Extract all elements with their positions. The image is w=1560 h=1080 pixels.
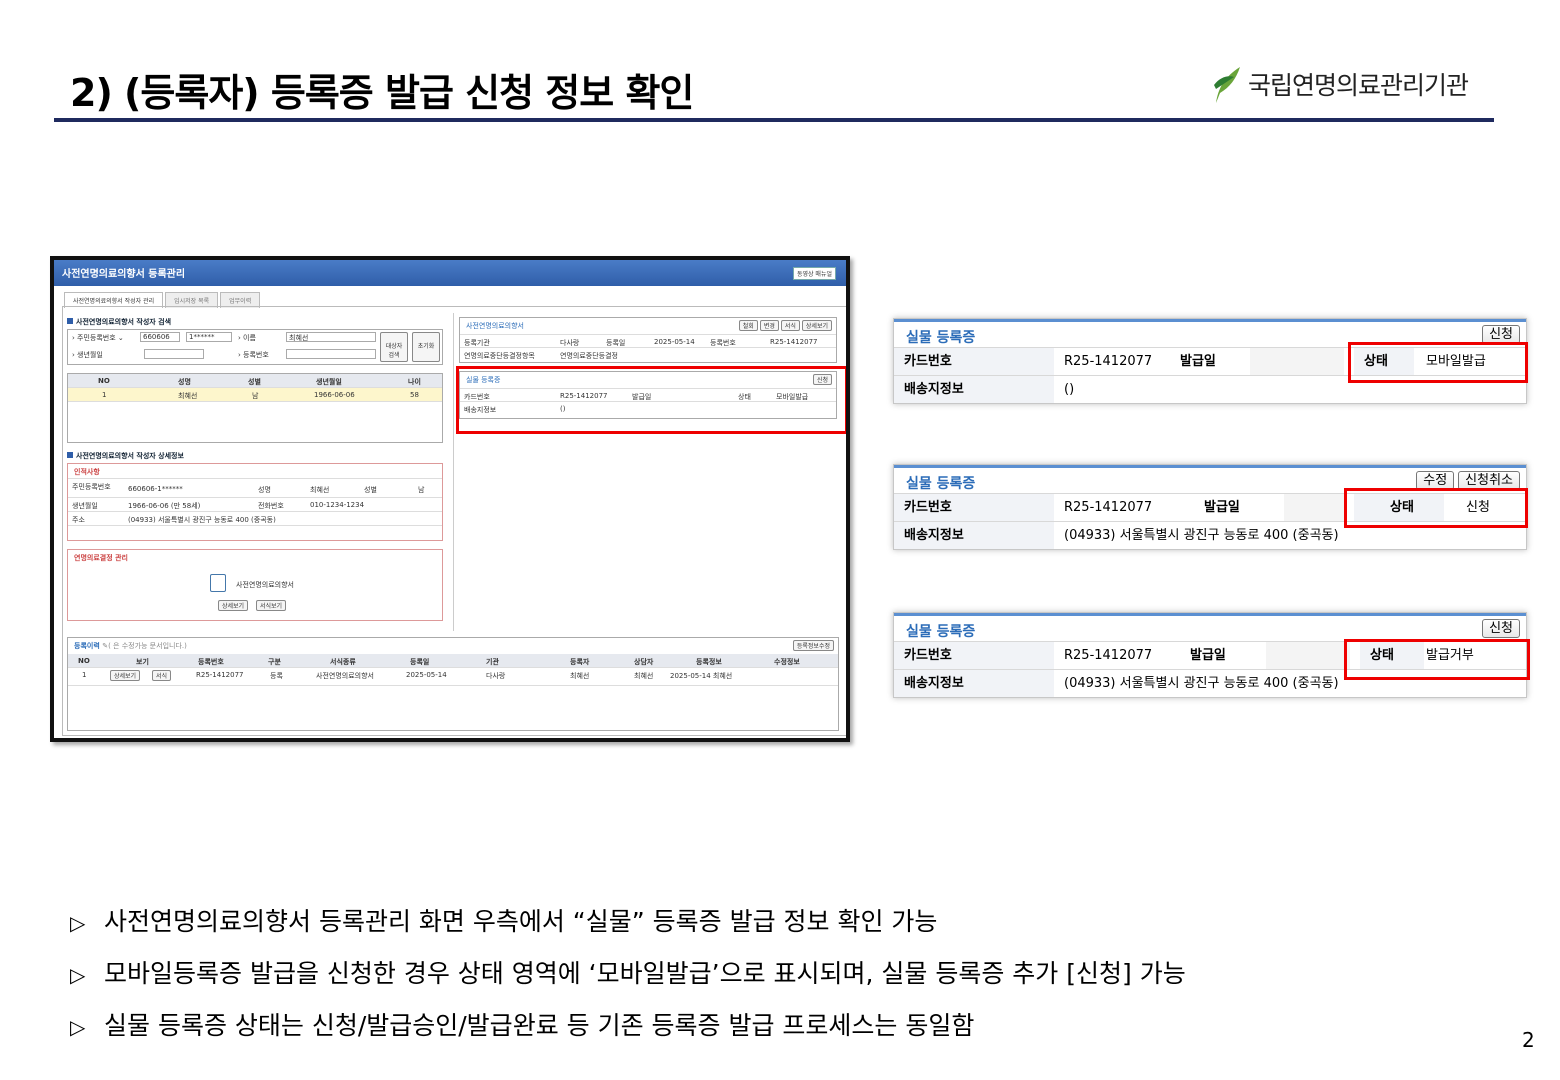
card-number: R25-1412077 (1064, 354, 1153, 369)
panel-title: 실물 등록증 (906, 624, 976, 640)
rrn1-input[interactable]: 660606 (140, 332, 180, 342)
screen-header: 사전연명의료의향서 등록관리 동영상 매뉴얼 (54, 260, 846, 286)
triangle-icon: ▷ (70, 963, 86, 987)
panel-title: 실물 등록증 (906, 330, 976, 346)
detail-section-title: 사전연명의료의향서 작성자 상세정보 (67, 451, 184, 461)
panel-title: 실물 등록증 (906, 476, 976, 492)
history-form-button[interactable]: 서식 (152, 670, 172, 681)
leaf-logo-icon (1212, 63, 1244, 105)
table-row[interactable]: 1 최혜선 남 1966-06-06 58 (68, 388, 442, 402)
regno-label: 등록번호 (243, 351, 269, 359)
page-number: 2 (1522, 1028, 1535, 1052)
card-number: R25-1412077 (1064, 648, 1153, 663)
registration-screen-screenshot: 사전연명의료의향서 등록관리 동영상 매뉴얼 사전연명의료의향서 작성자 관리 … (50, 256, 850, 742)
search-form: › 주민등록번호 ⌄ 660606 1****** › 이름 최혜선 › 생년월… (67, 329, 443, 365)
bullet-list: ▷ 사전연명의료의향서 등록관리 화면 우측에서 “실물” 등록증 발급 정보 확… (70, 896, 1186, 1052)
table-header: NO 성명 성별 생년월일 나이 (68, 374, 442, 388)
name-label: 이름 (243, 334, 256, 342)
logo: 국립연명의료관리기관 (1212, 62, 1469, 106)
personal-box: 인적사항 주민등록번호 660606-1****** 성명 최혜선 성별 남 생… (67, 463, 443, 541)
apply-button[interactable]: 신청 (1482, 619, 1520, 638)
manual-button[interactable]: 동영상 매뉴얼 (792, 267, 836, 280)
change-button[interactable]: 변경 (759, 320, 779, 331)
form-view-button[interactable]: 서식보기 (256, 600, 287, 611)
bullet-item: ▷ 실물 등록증 상태는 신청/발급승인/발급완료 등 기존 등록증 발급 프로세… (70, 1000, 1186, 1052)
decision-box: 연명의료결정 관리 사전연명의료의향서 상세보기 서식보기 (67, 549, 443, 621)
shipping-info: (04933) 서울특별시 광진구 능동로 400 (중곡동) (1064, 676, 1339, 691)
card-number: R25-1412077 (1064, 500, 1153, 515)
page-title: 2) (등록자) 등록증 발급 신청 정보 확인 (70, 71, 694, 115)
triangle-icon: ▷ (70, 911, 86, 935)
history-header: NO 보기 등록번호 구분 서식종류 등록일 기관 등록자 상담자 등록정보 수… (68, 654, 838, 668)
reset-button[interactable]: 초기화 (412, 332, 440, 362)
shipping-info: (04933) 서울특별시 광진구 능동로 400 (중곡동) (1064, 528, 1339, 543)
logo-text: 국립연명의료관리기관 (1248, 71, 1469, 100)
search-button[interactable]: 대상자 검색 (380, 332, 408, 362)
status-highlight (1348, 342, 1528, 383)
shipping-info: () (1064, 382, 1075, 397)
regno-input[interactable] (286, 349, 376, 359)
rrn2-input[interactable]: 1****** (186, 332, 232, 342)
history-box: 등록이력 ✎( 은 수정가능 문서입니다.) 등록정보수정 NO 보기 등록번호… (67, 637, 839, 731)
withdraw-button[interactable]: 철회 (738, 320, 758, 331)
birth-input[interactable] (144, 349, 204, 359)
triangle-icon: ▷ (70, 1015, 86, 1039)
detail-view-button[interactable]: 상세보기 (218, 600, 249, 611)
status-highlight (1344, 488, 1528, 528)
search-section-title: 사전연명의료의향서 작성자 검색 (67, 317, 171, 327)
bullet-item: ▷ 모바일등록증 발급을 신청한 경우 상태 영역에 ‘모바일발급’으로 표시되며… (70, 948, 1186, 1000)
bullet-item: ▷ 사전연명의료의향서 등록관리 화면 우측에서 “실물” 등록증 발급 정보 확… (70, 896, 1186, 948)
slide: 2) (등록자) 등록증 발급 신청 정보 확인 국립연명의료관리기관 사전연명… (0, 0, 1560, 1080)
history-row: 1 상세보기 서식 R25-1412077 등록 사전연명의료의향서 2025-… (68, 668, 838, 686)
section-marker-icon (67, 318, 73, 324)
highlight-box (456, 366, 846, 434)
title-underline (54, 118, 1494, 122)
birth-label: 생년월일 (77, 351, 103, 359)
form-button[interactable]: 서식 (780, 320, 800, 331)
status-highlight (1344, 639, 1530, 680)
detail-button[interactable]: 상세보기 (801, 320, 832, 331)
screen-title: 사전연명의료의향서 등록관리 (62, 269, 186, 280)
name-input[interactable]: 최혜선 (286, 332, 376, 342)
history-detail-button[interactable]: 상세보기 (110, 670, 141, 681)
document-icon (210, 574, 226, 592)
edit-registration-button[interactable]: 등록정보수정 (792, 640, 834, 651)
result-table: NO 성명 성별 생년월일 나이 1 최혜선 남 1966-06-06 58 (67, 373, 443, 443)
rrn-label: 주민등록번호 (77, 334, 116, 342)
directive-box: 사전연명의료의향서 철회 변경 서식 상세보기 등록기관 다사랑 등록일 202… (459, 317, 837, 363)
